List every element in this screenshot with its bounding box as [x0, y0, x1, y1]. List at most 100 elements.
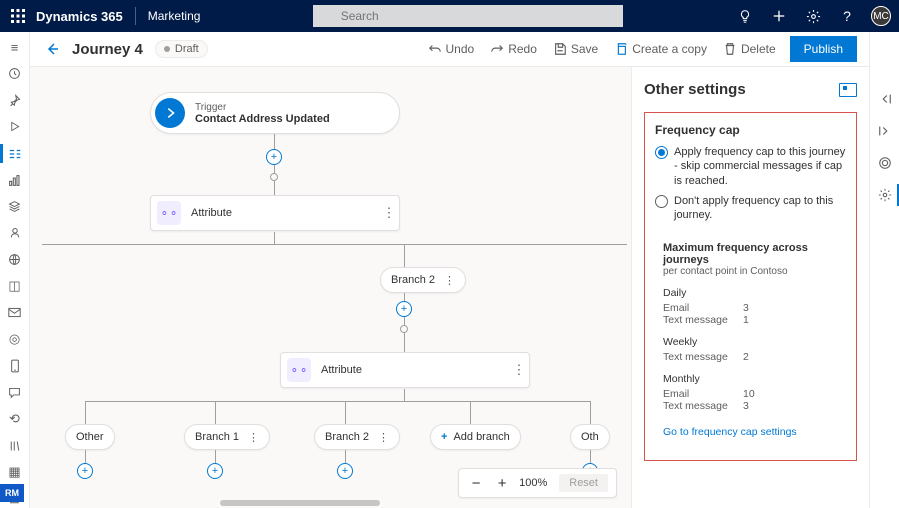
trigger-node[interactable]: Trigger Contact Address Updated — [150, 92, 400, 134]
lightbulb-icon[interactable] — [735, 6, 755, 26]
connector — [404, 389, 405, 401]
branch-node[interactable]: Other — [65, 424, 115, 450]
radio-icon — [655, 146, 668, 159]
metric-value: 2 — [743, 351, 749, 363]
rail-pin-icon[interactable] — [2, 91, 28, 110]
app-label: Marketing — [148, 9, 201, 23]
page-title: Journey 4 — [72, 41, 143, 58]
metric-value: 1 — [743, 314, 749, 326]
rail-layers-icon[interactable] — [2, 197, 28, 216]
connector — [590, 450, 591, 464]
help-icon[interactable]: ? — [837, 6, 857, 26]
rail-settings-icon[interactable] — [872, 184, 898, 206]
avatar[interactable]: MC — [871, 6, 891, 26]
trigger-label: Contact Address Updated — [195, 113, 330, 125]
connector — [85, 450, 86, 464]
rail-collapse-in-icon[interactable] — [872, 88, 898, 110]
rail-target-icon[interactable] — [872, 152, 898, 174]
horizontal-scrollbar[interactable] — [220, 500, 380, 506]
rail-journey-icon[interactable] — [2, 144, 28, 163]
more-icon[interactable]: ⋮ — [509, 362, 529, 378]
rail-mobile-icon[interactable] — [2, 357, 28, 376]
connector — [85, 401, 590, 402]
rail-menu-icon[interactable]: ≡ — [2, 38, 28, 57]
add-step-button[interactable]: + — [77, 463, 93, 479]
add-step-button[interactable]: + — [266, 149, 282, 165]
publish-button[interactable]: Publish — [790, 36, 857, 62]
branch-label: Oth — [581, 431, 599, 443]
rail-icon-17[interactable]: ▦ — [2, 463, 28, 482]
attribute-node[interactable]: ⚬⚬ Attribute ⋮ — [150, 195, 400, 231]
zoom-out-button[interactable]: − — [467, 475, 485, 492]
add-step-button[interactable]: + — [396, 301, 412, 317]
undo-button[interactable]: Undo — [420, 35, 483, 63]
rail-icon-10[interactable]: ◫ — [2, 277, 28, 296]
metric-label: Email — [663, 302, 743, 314]
rail-analytics-icon[interactable] — [2, 171, 28, 190]
add-branch-button[interactable]: +Add branch — [430, 424, 521, 450]
zoom-reset-button[interactable]: Reset — [559, 474, 608, 492]
period-monthly: Monthly — [663, 373, 838, 385]
connector — [590, 401, 591, 424]
more-icon[interactable]: ⋮ — [245, 431, 259, 444]
back-button[interactable] — [42, 39, 62, 59]
metric-label: Text message — [663, 400, 743, 412]
zoom-in-button[interactable]: + — [493, 475, 511, 492]
branch-node[interactable]: Branch 2 ⋮ — [380, 267, 466, 293]
divider — [135, 7, 136, 25]
gear-icon[interactable] — [803, 6, 823, 26]
metric-label: Email — [663, 388, 743, 400]
rail-globe-icon[interactable] — [2, 251, 28, 270]
branch-node[interactable]: Branch 1⋮ — [184, 424, 270, 450]
add-icon[interactable] — [769, 6, 789, 26]
add-step-button[interactable]: + — [207, 463, 223, 479]
connector — [470, 401, 471, 424]
more-icon[interactable]: ⋮ — [375, 431, 389, 444]
radio-no-cap[interactable]: Don't apply frequency cap to this journe… — [655, 194, 846, 223]
search-input[interactable] — [313, 5, 623, 27]
connector — [274, 232, 275, 244]
trigger-icon — [155, 98, 185, 128]
save-label: Save — [571, 42, 598, 56]
connector — [345, 450, 346, 464]
rail-person-icon[interactable] — [2, 224, 28, 243]
add-step-button[interactable]: + — [337, 463, 353, 479]
connector — [345, 401, 346, 424]
delete-button[interactable]: Delete — [715, 35, 784, 63]
brand-label: Dynamics 365 — [36, 9, 123, 24]
copy-button[interactable]: Create a copy — [606, 35, 715, 63]
rail-icon-12[interactable]: ◎ — [2, 330, 28, 349]
rail-badge[interactable]: RM — [0, 484, 24, 502]
frequency-cap-title: Frequency cap — [655, 123, 846, 137]
radio-apply-cap[interactable]: Apply frequency cap to this journey - sk… — [655, 145, 846, 188]
period-daily: Daily — [663, 287, 838, 299]
metric-row: Text message2 — [663, 351, 838, 363]
rail-recent-icon[interactable] — [2, 65, 28, 84]
radio-label: Don't apply frequency cap to this journe… — [674, 194, 846, 223]
rail-collapse-out-icon[interactable] — [872, 120, 898, 142]
connector-node — [400, 325, 408, 333]
branch-node[interactable]: Branch 2 ⋮ — [314, 424, 400, 450]
metric-label: Text message — [663, 351, 743, 363]
expand-panel-icon[interactable] — [839, 83, 857, 97]
metric-row: Email3 — [663, 302, 838, 314]
app-launcher-icon[interactable] — [8, 6, 28, 26]
more-icon[interactable]: ⋮ — [379, 205, 399, 221]
branch-label: Branch 2 — [391, 274, 435, 286]
save-button[interactable]: Save — [545, 35, 606, 63]
frequency-settings-link[interactable]: Go to frequency cap settings — [663, 426, 838, 438]
delete-label: Delete — [741, 42, 776, 56]
branch-node[interactable]: Oth — [570, 424, 610, 450]
redo-button[interactable]: Redo — [482, 35, 545, 63]
branch-label: Branch 2 — [325, 431, 369, 443]
rail-library-icon[interactable] — [2, 436, 28, 455]
rail-play-icon[interactable] — [2, 118, 28, 137]
more-icon[interactable]: ⋮ — [441, 274, 455, 287]
rail-mail-icon[interactable] — [2, 304, 28, 323]
metric-value: 3 — [743, 400, 749, 412]
attribute-node[interactable]: ⚬⚬ Attribute ⋮ — [280, 352, 530, 388]
rail-icon-15[interactable]: ⟲ — [2, 410, 28, 429]
radio-icon — [655, 195, 668, 208]
radio-label: Apply frequency cap to this journey - sk… — [674, 145, 846, 188]
rail-chat-icon[interactable] — [2, 383, 28, 402]
